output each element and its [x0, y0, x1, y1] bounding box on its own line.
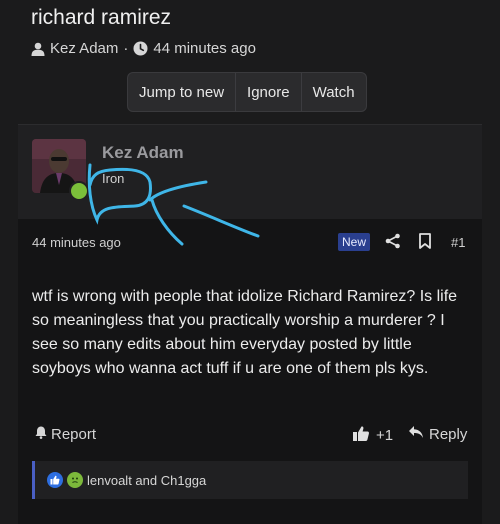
post-body: wtf is wrong with people that idolize Ri…: [32, 288, 458, 377]
meta-separator: ·: [123, 40, 129, 57]
new-badge: New: [338, 233, 371, 251]
like-reaction-icon: [47, 472, 63, 488]
bookmark-icon[interactable]: [418, 233, 432, 254]
watch-button[interactable]: Watch: [302, 73, 366, 111]
post-user-bar: Kez Adam Iron: [18, 125, 482, 219]
share-icon[interactable]: [385, 233, 401, 254]
reactions-users[interactable]: lenvoalt and Ch1gga: [87, 473, 206, 488]
post-number-link[interactable]: #1: [451, 235, 465, 250]
thread-author-link[interactable]: Kez Adam: [50, 40, 118, 57]
reply-button[interactable]: Reply: [408, 425, 467, 443]
like-button[interactable]: +1: [352, 425, 393, 446]
reactions-bar[interactable]: lenvoalt and Ch1gga: [32, 461, 468, 499]
post-time[interactable]: 44 minutes ago: [32, 235, 121, 250]
jump-to-new-button[interactable]: Jump to new: [128, 73, 237, 111]
thumbs-up-icon: [352, 425, 370, 446]
thread-meta: Kez Adam · 44 minutes ago: [31, 40, 256, 57]
ignore-button[interactable]: Ignore: [236, 73, 302, 111]
thread-action-buttons: Jump to new Ignore Watch: [127, 72, 367, 112]
post: Kez Adam Iron 44 minutes ago New #1 wtf …: [18, 124, 482, 524]
online-status-indicator: [69, 181, 89, 201]
report-button[interactable]: Report: [34, 425, 96, 443]
thread-time[interactable]: 44 minutes ago: [153, 40, 256, 57]
user-icon: [31, 42, 45, 56]
sick-reaction-icon: [67, 472, 83, 488]
reply-icon: [408, 425, 424, 443]
user-title: Iron: [102, 171, 125, 186]
post-username[interactable]: Kez Adam: [102, 143, 184, 163]
reply-label: Reply: [429, 425, 468, 443]
report-label: Report: [51, 425, 97, 443]
like-count: +1: [376, 427, 394, 444]
clock-icon: [133, 41, 148, 56]
report-icon: [34, 425, 48, 443]
thread-title: richard ramirez: [31, 6, 172, 29]
